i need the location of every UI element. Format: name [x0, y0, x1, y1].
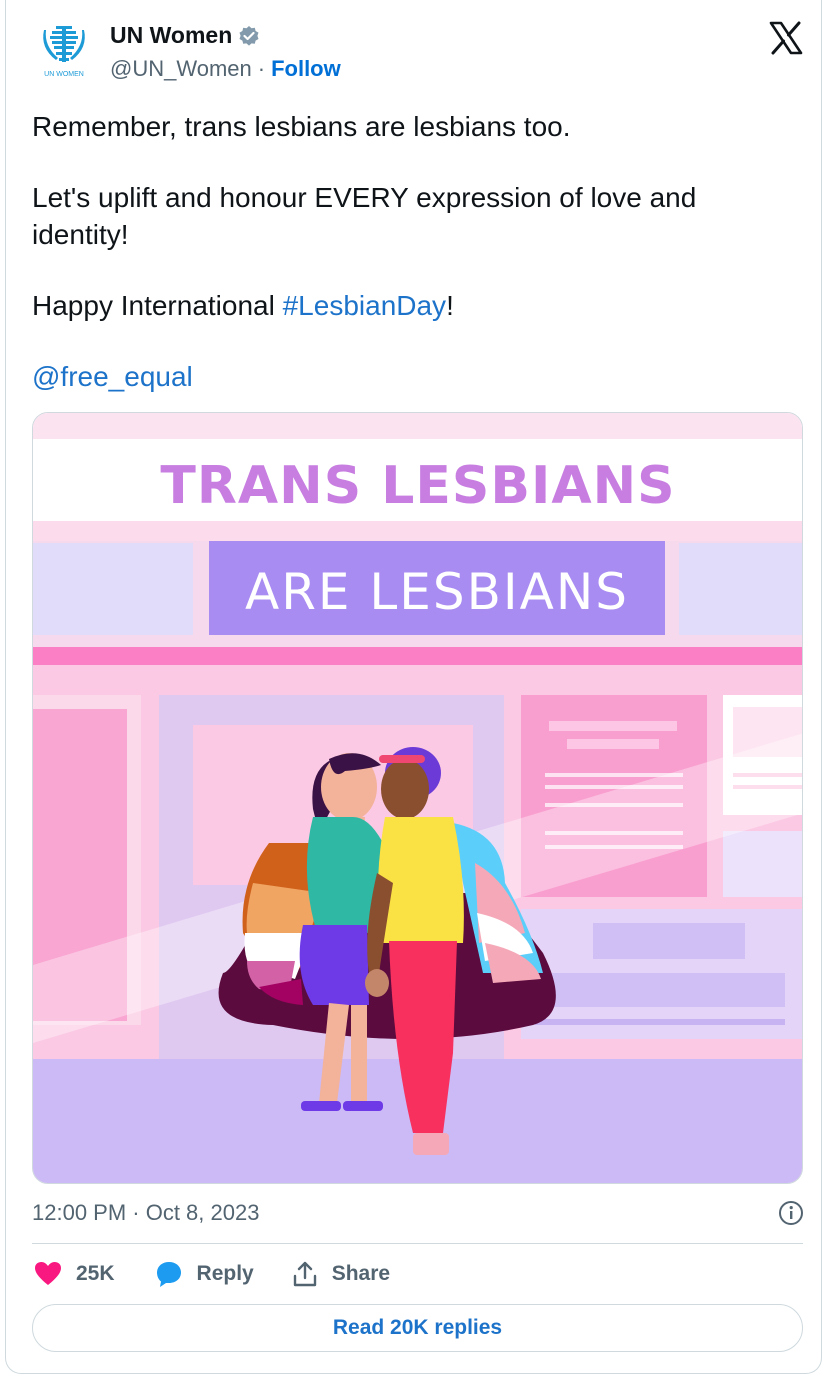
x-logo-icon[interactable] — [768, 20, 804, 56]
share-label: Share — [331, 1262, 391, 1285]
tweet-line-2: Let's uplift and honour EVERY expression… — [32, 182, 697, 250]
read-replies-button[interactable]: Read 20K replies — [32, 1304, 803, 1352]
action-bar: 25K Reply Share — [34, 1260, 390, 1288]
reply-label: Reply — [196, 1262, 254, 1285]
follow-button[interactable]: Follow — [271, 56, 341, 82]
account-name-row: UN Women — [110, 22, 260, 49]
share-icon — [293, 1261, 316, 1287]
info-icon[interactable] — [778, 1200, 804, 1226]
image-headline: TRANS LESBIANS — [160, 456, 675, 516]
avatar-text: UN WOMEN — [44, 71, 84, 78]
verified-badge-icon — [239, 25, 259, 46]
reply-bubble-icon — [156, 1262, 181, 1287]
heart-icon — [35, 1262, 61, 1285]
separator-dot: · — [257, 56, 266, 81]
like-button[interactable]: 25K — [34, 1261, 115, 1287]
un-women-logo[interactable]: UN WOMEN — [32, 20, 96, 84]
tweet-timestamp[interactable]: 12:00 PM · Oct 8, 2023 — [32, 1200, 259, 1226]
account-name[interactable]: UN Women — [110, 22, 232, 49]
image-subheadline: ARE LESBIANS — [245, 563, 629, 621]
tweet-text: Remember, trans lesbians are lesbians to… — [32, 108, 792, 395]
like-count: 25K — [76, 1262, 115, 1285]
divider — [32, 1243, 803, 1244]
illustration: TRANS LESBIANS ARE LESBIANS — [33, 413, 802, 1183]
reply-button[interactable]: Reply — [155, 1260, 254, 1288]
hashtag-link[interactable]: #LesbianDay — [283, 290, 446, 321]
tweet-line-1: Remember, trans lesbians are lesbians to… — [32, 111, 571, 142]
account-handle[interactable]: @UN_Women — [110, 56, 252, 82]
tweet-media-image[interactable]: TRANS LESBIANS ARE LESBIANS — [32, 412, 803, 1184]
tweet-line-3-suffix: ! — [446, 290, 454, 321]
tweet-line-3-prefix: Happy International — [32, 290, 283, 321]
tweet-line-3: Happy International #LesbianDay! — [32, 287, 792, 324]
handle-row: @UN_Women · Follow — [110, 56, 341, 82]
mention-link[interactable]: @free_equal — [32, 361, 193, 392]
share-button[interactable]: Share — [292, 1260, 390, 1288]
